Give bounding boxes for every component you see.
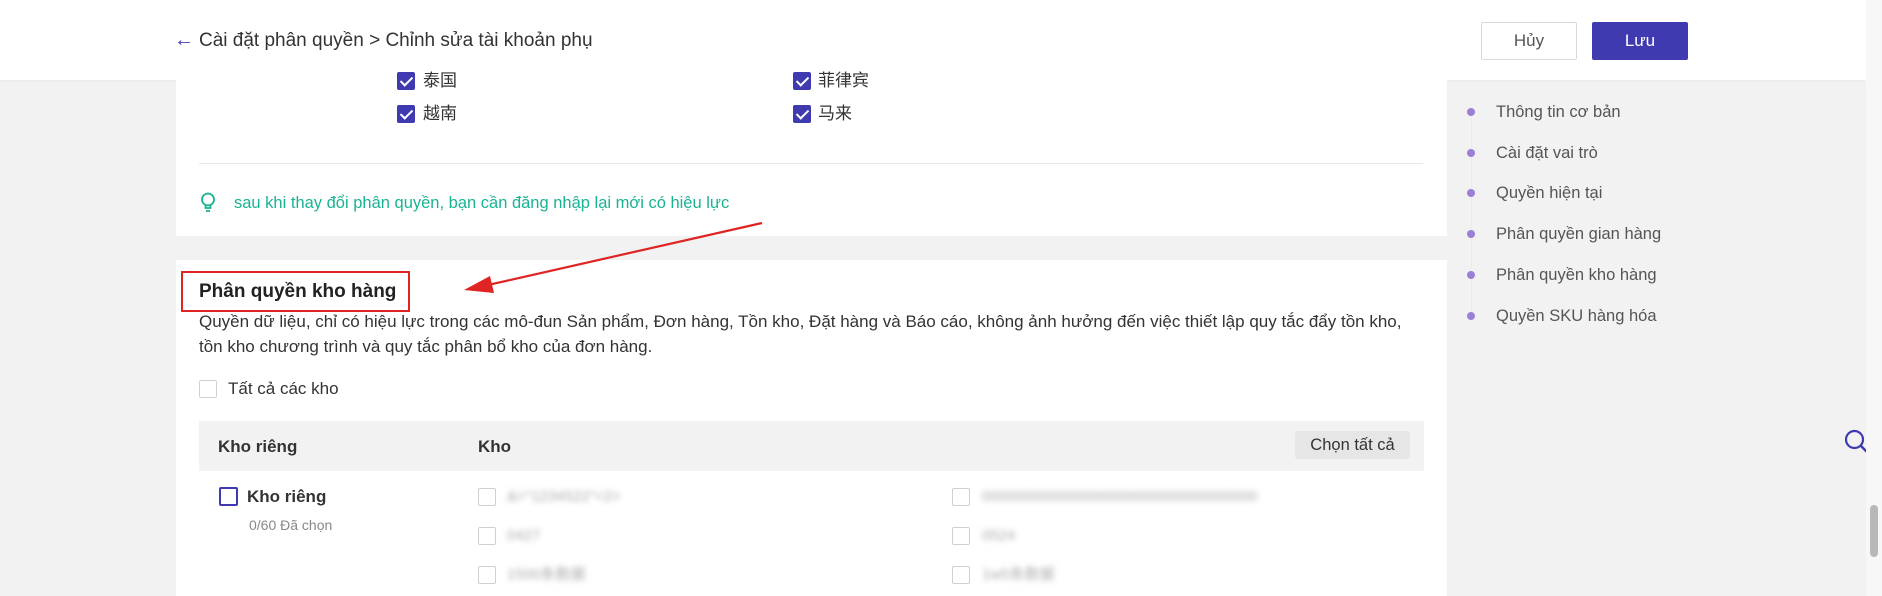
section-description: Quyền dữ liệu, chỉ có hiệu lực trong các… — [199, 312, 1402, 356]
anchor-sku-permissions[interactable]: Quyền SKU hàng hóa — [1496, 306, 1657, 326]
divider — [199, 163, 1423, 164]
anchor-shop-permissions[interactable]: Phân quyền gian hàng — [1496, 224, 1661, 244]
warehouse-name: 1w5条数据 — [982, 566, 1055, 583]
all-warehouses-checkbox[interactable] — [199, 380, 217, 398]
region-checkbox-malaysia[interactable] — [793, 105, 811, 123]
select-all-button[interactable]: Chọn tất cả — [1295, 431, 1410, 459]
warehouse-name: 000000000000000000000000000000000 — [982, 488, 1258, 505]
region-label: 马来 — [818, 104, 852, 123]
region-label: 菲律宾 — [818, 71, 869, 90]
anchor-warehouse-permissions[interactable]: Phân quyền kho hàng — [1496, 265, 1657, 285]
warehouse-checkbox[interactable] — [952, 488, 970, 506]
anchor-dot — [1467, 189, 1475, 197]
anchor-dot — [1467, 108, 1475, 116]
anchor-dot — [1467, 312, 1475, 320]
anchor-role-settings[interactable]: Cài đặt vai trò — [1496, 143, 1598, 163]
arrow-left-icon[interactable]: ← — [174, 28, 194, 52]
warehouse-checkbox[interactable] — [952, 527, 970, 545]
anchor-dot — [1467, 271, 1475, 279]
warehouse-name: 0427 — [507, 527, 541, 544]
anchor-basic-info[interactable]: Thông tin cơ bản — [1496, 102, 1621, 122]
top-header: ← Cài đặt phân quyền > Chỉnh sửa tài kho… — [0, 0, 1866, 80]
warehouse-checkbox[interactable] — [478, 527, 496, 545]
annotation-arrow — [464, 221, 763, 293]
region-label: 越南 — [423, 104, 457, 123]
table-header: Kho riêng Kho — [199, 421, 1424, 471]
column-header-warehouse: Kho — [478, 437, 512, 456]
region-checkbox-thailand[interactable] — [397, 72, 415, 90]
relogin-tip: sau khi thay đổi phân quyền, bạn cần đăn… — [234, 194, 730, 212]
anchor-nav-line — [1471, 112, 1472, 318]
warehouse-name: &="1234522"<2> — [507, 488, 621, 505]
region-checkbox-philippines[interactable] — [793, 72, 811, 90]
selected-count: 0/60 Đã chọn — [249, 517, 333, 533]
region-checkbox-vietnam[interactable] — [397, 105, 415, 123]
cancel-button[interactable]: Hủy — [1481, 22, 1577, 60]
region-label: 泰国 — [423, 71, 457, 90]
breadcrumb: Cài đặt phân quyền > Chỉnh sửa tài khoản… — [199, 30, 593, 51]
all-warehouses-label: Tất cả các kho — [228, 379, 339, 398]
section-title: Phân quyền kho hàng — [199, 281, 397, 302]
save-button[interactable]: Lưu — [1592, 22, 1688, 60]
anchor-dot — [1467, 230, 1475, 238]
warehouse-checkbox[interactable] — [952, 566, 970, 584]
private-group-label: Kho riêng — [247, 487, 327, 506]
warehouse-checkbox[interactable] — [478, 566, 496, 584]
column-header-private: Kho riêng — [218, 437, 298, 456]
anchor-dot — [1467, 149, 1475, 157]
anchor-current-permissions[interactable]: Quyền hiện tại — [1496, 183, 1602, 203]
scrollbar-thumb[interactable] — [1870, 505, 1878, 557]
lightbulb-icon — [201, 192, 215, 212]
warehouse-name: 1500条数据 — [507, 566, 586, 583]
private-group-checkbox[interactable] — [219, 487, 238, 506]
warehouse-checkbox[interactable] — [478, 488, 496, 506]
warehouse-name: 0524 — [982, 527, 1016, 544]
